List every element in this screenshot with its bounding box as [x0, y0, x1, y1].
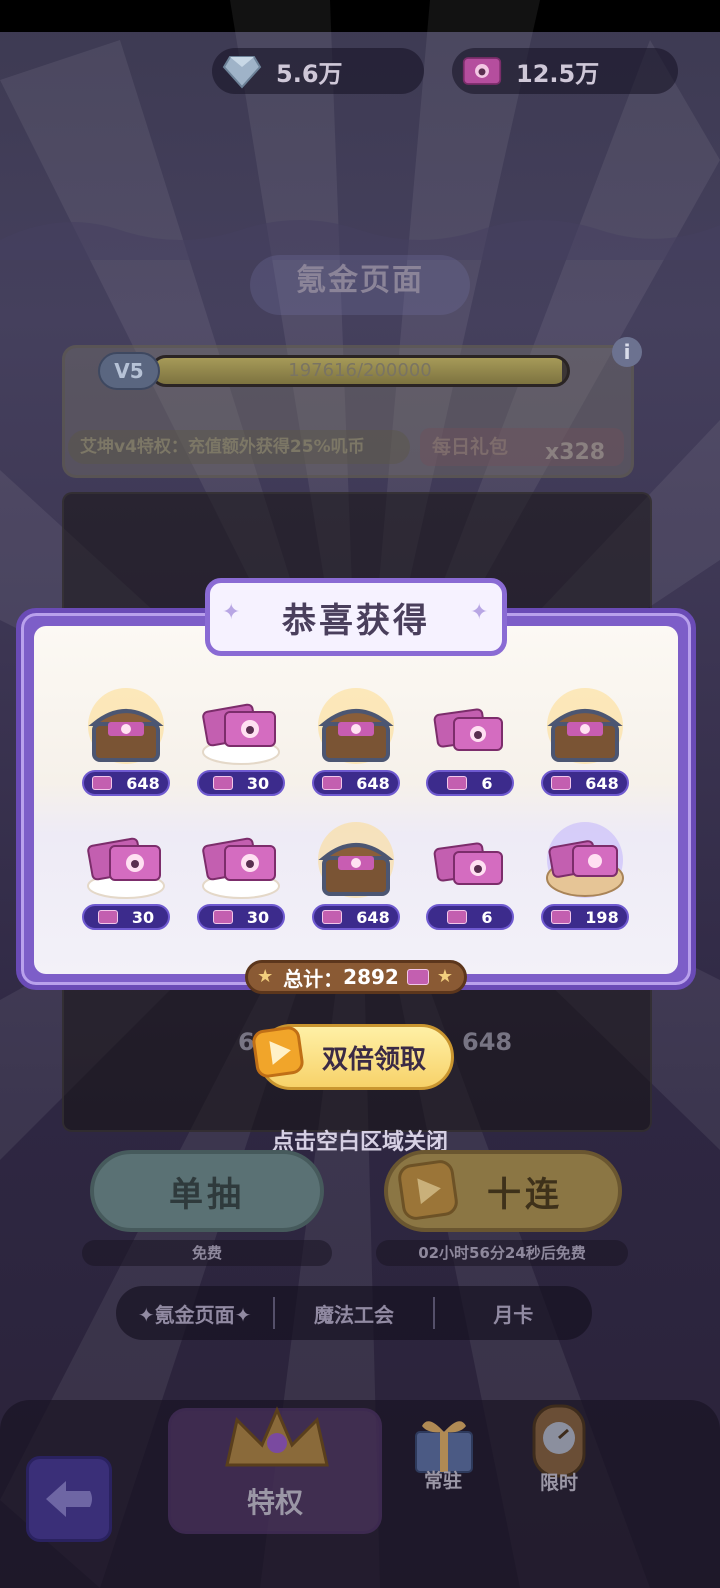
tickets-icon [424, 686, 516, 772]
reward-qty: 648 [312, 904, 400, 930]
chest-icon [80, 686, 172, 772]
chest-icon [310, 820, 402, 906]
reward-item: 30 [195, 820, 287, 930]
total-value: 2892 [343, 965, 399, 989]
reward-qty-value: 648 [126, 773, 160, 793]
ticket-icon [92, 776, 113, 790]
star-icon: ★ [436, 966, 453, 987]
wave-divider [0, 220, 720, 260]
tab-topup[interactable]: ✦氪金页面✦ [116, 1299, 273, 1328]
reward-qty-value: 648 [585, 773, 619, 793]
chest-icon [539, 686, 631, 772]
play-icon [396, 1158, 460, 1222]
total-pill: ★ 总计： 2892 ★ [245, 960, 467, 994]
diamond-counter: 5.6万 [212, 48, 424, 94]
daily-gift-label: 每日礼包 [432, 436, 509, 458]
game-screen: 5.6万 12.5万 氪金页面 197616/200000 V5 i 艾坤v4特… [0, 0, 720, 1588]
bg-reward-qty: 648 [462, 1028, 513, 1056]
reward-qty: 30 [197, 904, 285, 930]
chest-icon [310, 686, 402, 772]
reward-item: 648 [310, 820, 402, 930]
ten-draw-timer: 02小时56分24秒后免费 [376, 1240, 628, 1266]
ticket-icon [462, 51, 502, 91]
status-bar [0, 0, 720, 32]
coin-counter: 12.5万 [452, 48, 678, 94]
tab-guild[interactable]: 魔法工会 [275, 1299, 432, 1328]
ticket-icon [406, 969, 429, 985]
ticket-icon [551, 776, 572, 790]
vip-badge: V5 [98, 352, 160, 390]
vip-progress-text: 197616/200000 [288, 360, 432, 381]
reward-qty-value: 30 [246, 907, 270, 927]
coin-amount: 12.5万 [516, 59, 600, 88]
modal-title-plate: 恭喜获得 [205, 578, 507, 656]
nav-privilege[interactable]: 特权 [168, 1406, 382, 1534]
sparkle-icon: ✦ [222, 600, 241, 625]
ticket-icon [212, 776, 233, 790]
tickets-plate-icon [195, 686, 287, 772]
nav-privilege-label: 特权 [247, 1486, 304, 1519]
info-button[interactable]: i [612, 337, 642, 367]
tickets-plate-icon [195, 820, 287, 906]
diamond-icon [222, 51, 262, 91]
reward-item: 648 [539, 686, 631, 796]
reward-qty-value: 30 [246, 773, 270, 793]
reward-qty: 648 [82, 770, 170, 796]
reward-qty: 648 [312, 770, 400, 796]
ticket-icon [322, 910, 343, 924]
ticket-icon [322, 776, 343, 790]
single-draw-label: 单抽 [169, 1174, 245, 1215]
tab-monthly-card[interactable]: 月卡 [435, 1299, 592, 1328]
reward-item: 648 [80, 686, 172, 796]
single-draw-subtext: 免费 [82, 1240, 332, 1266]
reward-qty-value: 6 [481, 773, 493, 793]
back-button[interactable] [26, 1456, 112, 1542]
reward-qty: 30 [82, 904, 170, 930]
daily-gift-count: x328 [545, 440, 606, 465]
tickets-bun-icon [539, 820, 631, 906]
modal-title: 恭喜获得 [282, 600, 430, 641]
reward-item: 648 [310, 686, 402, 796]
ticket-icon [447, 776, 468, 790]
close-hint[interactable]: 点击空白区域关闭 [0, 1124, 720, 1156]
crown-icon [225, 1406, 329, 1467]
reward-item: 30 [80, 820, 172, 930]
tickets-plate-icon [80, 820, 172, 906]
reward-qty: 6 [426, 904, 514, 930]
reward-item: 6 [424, 686, 516, 796]
back-arrow-icon [46, 1481, 92, 1517]
reward-item: 6 [424, 820, 516, 930]
diamond-amount: 5.6万 [276, 59, 343, 88]
page-title: 氪金页面 [296, 263, 424, 298]
star-icon: ★ [257, 966, 274, 987]
reward-qty: 648 [541, 770, 629, 796]
ticket-icon [97, 910, 118, 924]
nav-limited-label[interactable]: 限时 [540, 1468, 578, 1495]
reward-qty: 30 [197, 770, 285, 796]
reward-item: 198 [539, 820, 631, 930]
single-draw-button[interactable]: 单抽 [90, 1150, 324, 1232]
double-claim-label: 双倍领取 [321, 1044, 426, 1075]
tickets-icon [424, 820, 516, 906]
total-label: 总计： [283, 966, 344, 991]
ticket-icon [447, 910, 468, 924]
vip-privilege-text: 艾坤v4特权：充值额外获得25%叽币 [68, 430, 410, 464]
reward-item: 30 [195, 686, 287, 796]
reward-qty: 198 [541, 904, 629, 930]
reward-qty-value: 30 [131, 907, 155, 927]
play-icon [250, 1024, 306, 1080]
ticket-icon [212, 910, 233, 924]
reward-qty-value: 648 [356, 907, 390, 927]
ten-draw-label: 十连 [487, 1174, 563, 1215]
shop-tabs: ✦氪金页面✦ 魔法工会 月卡 [116, 1286, 592, 1340]
reward-qty-value: 648 [356, 773, 390, 793]
nav-permanent-label[interactable]: 常驻 [424, 1466, 462, 1493]
ticket-icon [551, 910, 572, 924]
sparkle-icon: ✦ [470, 600, 489, 625]
reward-qty: 6 [426, 770, 514, 796]
reward-qty-value: 198 [585, 907, 619, 927]
reward-qty-value: 6 [481, 907, 493, 927]
